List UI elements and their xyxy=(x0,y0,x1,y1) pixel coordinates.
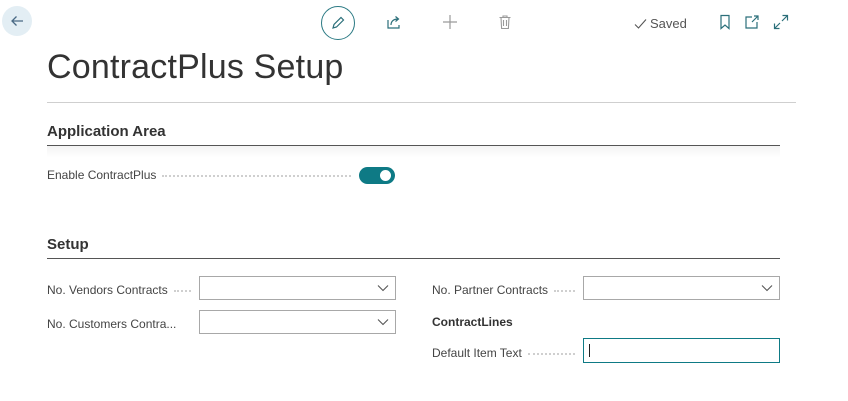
partner-contracts-row: No. Partner Contracts xyxy=(432,283,581,297)
trash-icon xyxy=(499,15,511,30)
title-divider xyxy=(47,102,796,103)
enable-contractplus-toggle[interactable] xyxy=(359,167,395,184)
partner-contracts-select[interactable] xyxy=(583,276,780,300)
default-item-text-input[interactable] xyxy=(583,338,780,363)
edit-button[interactable] xyxy=(321,6,355,40)
share-button[interactable] xyxy=(384,12,404,32)
dotted-leader xyxy=(162,175,351,177)
vendors-contracts-label: No. Vendors Contracts xyxy=(47,283,168,297)
text-cursor xyxy=(589,344,590,357)
chevron-down-icon xyxy=(377,285,389,292)
new-button[interactable] xyxy=(440,12,460,32)
chevron-down-icon xyxy=(761,285,773,292)
page-title: ContractPlus Setup xyxy=(47,48,344,86)
saved-label: Saved xyxy=(650,16,687,31)
pencil-icon xyxy=(332,16,345,29)
section-header-application-area[interactable]: Application Area xyxy=(47,123,166,140)
vendors-contracts-select[interactable] xyxy=(199,276,396,300)
arrow-left-icon xyxy=(11,16,23,26)
share-icon xyxy=(387,16,400,29)
section-shadow xyxy=(47,146,780,158)
dotted-leader xyxy=(527,353,575,355)
dotted-leader xyxy=(554,290,575,292)
customers-contracts-row: No. Customers Contra... xyxy=(47,317,197,331)
section-divider xyxy=(47,258,780,259)
partner-contracts-label: No. Partner Contracts xyxy=(432,283,549,297)
delete-button[interactable] xyxy=(495,12,515,32)
default-item-text-label: Default Item Text xyxy=(432,346,522,360)
toggle-knob xyxy=(380,170,391,181)
back-button[interactable] xyxy=(2,6,32,36)
dotted-leader xyxy=(173,290,191,292)
enable-contractplus-row: Enable ContractPlus xyxy=(47,168,357,182)
open-in-new-window-icon xyxy=(745,15,759,29)
default-item-text-row: Default Item Text xyxy=(432,346,581,360)
expand-button[interactable] xyxy=(772,13,790,31)
contract-lines-group-label: ContractLines xyxy=(432,315,513,329)
section-header-setup[interactable]: Setup xyxy=(47,236,89,253)
vendors-contracts-row: No. Vendors Contracts xyxy=(47,283,197,297)
enable-contractplus-label: Enable ContractPlus xyxy=(47,168,157,182)
expand-icon xyxy=(773,14,789,30)
open-new-window-button[interactable] xyxy=(743,13,761,31)
customers-contracts-label: No. Customers Contra... xyxy=(47,317,177,331)
saved-status: Saved xyxy=(634,16,687,31)
bookmark-icon xyxy=(720,14,730,30)
customers-contracts-select[interactable] xyxy=(199,310,396,334)
checkmark-icon xyxy=(634,18,647,29)
chevron-down-icon xyxy=(377,319,389,326)
plus-icon xyxy=(443,15,457,29)
bookmark-button[interactable] xyxy=(716,13,734,31)
